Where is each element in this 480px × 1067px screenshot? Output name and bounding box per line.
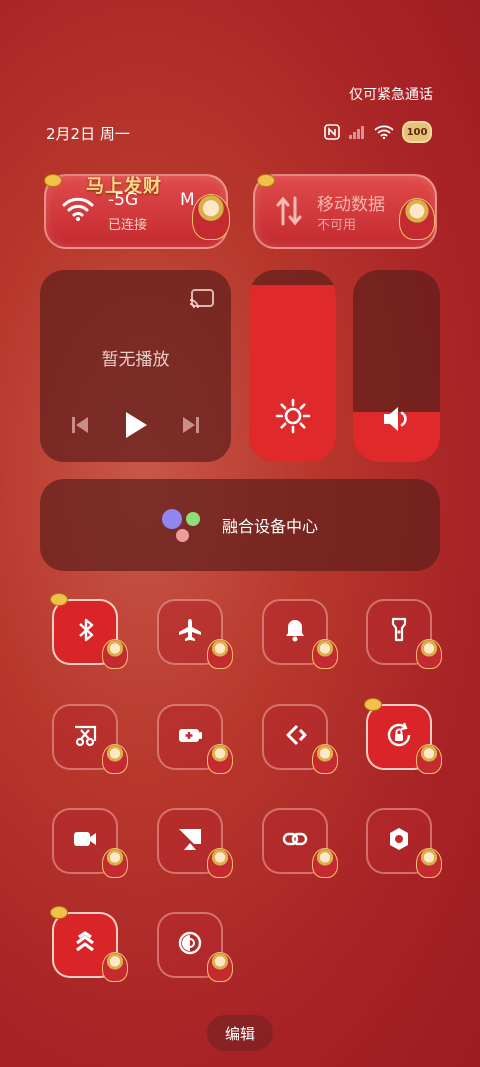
battery-icon: 100 (402, 121, 432, 143)
mascot-icon (102, 952, 128, 982)
gold-coin-icon (44, 174, 62, 187)
mascot-icon (102, 848, 128, 878)
gold-coin-icon (364, 698, 382, 711)
mobile-data-title: 移动数据 (317, 195, 385, 215)
fusion-device-center-icon (161, 507, 204, 543)
media-player-card[interactable]: 暂无播放 (40, 270, 231, 462)
next-track-icon[interactable] (180, 414, 202, 440)
toggle-performance[interactable] (50, 906, 128, 982)
mascot-icon (207, 848, 233, 878)
wifi-network-name: -5G (108, 190, 139, 210)
share-icon (281, 721, 309, 753)
fusion-device-center-label: 融合设备中心 (221, 517, 318, 536)
cast-icon[interactable] (189, 288, 215, 314)
play-icon[interactable] (121, 410, 149, 444)
toggle-airplane[interactable] (157, 599, 233, 669)
mascot-icon (416, 848, 442, 878)
wifi-icon (62, 196, 94, 226)
toggle-eye-comfort[interactable] (157, 912, 233, 982)
wifi-network-name-suffix: M (180, 190, 195, 210)
nfc-icon (324, 124, 340, 140)
gold-coin-icon (50, 906, 68, 919)
rotation-lock-icon (385, 721, 413, 753)
toggle-bluetooth[interactable] (50, 593, 128, 669)
airplane-icon (176, 616, 204, 648)
mascot-icon (102, 639, 128, 669)
eye-comfort-icon (176, 929, 204, 961)
brightness-icon (275, 398, 311, 438)
edit-button[interactable]: 编辑 (207, 1015, 273, 1051)
toggle-screen-cast[interactable] (157, 808, 233, 878)
screen-record-icon (71, 825, 99, 857)
bluetooth-icon (71, 616, 99, 648)
data-arrows-icon (275, 194, 303, 232)
flashlight-icon (385, 616, 413, 648)
toggle-screenshot[interactable] (52, 704, 128, 774)
battery-saver-icon (176, 721, 204, 753)
mascot-icon (102, 744, 128, 774)
mascot-icon (312, 744, 338, 774)
performance-icon (71, 929, 99, 961)
gold-coin-icon (257, 174, 275, 187)
toggle-flashlight[interactable] (366, 599, 442, 669)
wifi-tile[interactable]: 马上发财 -5G M 已连接 (44, 174, 230, 249)
fusion-device-center-card[interactable]: 融合设备中心 (40, 479, 440, 571)
date-text: 2月2日 周一 (46, 125, 130, 143)
toggle-bell[interactable] (262, 599, 338, 669)
mobile-data-tile[interactable]: 移动数据 不可用 (253, 174, 437, 249)
brightness-slider[interactable] (249, 270, 336, 462)
wifi-status: 已连接 (108, 218, 148, 233)
mascot-icon (312, 848, 338, 878)
screenshot-icon (71, 721, 99, 753)
toggle-rotation-lock[interactable] (364, 698, 442, 774)
volume-icon (381, 404, 413, 438)
gold-coin-icon (50, 593, 68, 606)
mascot-icon (192, 194, 230, 240)
no-media-text: 暂无播放 (101, 350, 170, 370)
toggle-link[interactable] (262, 808, 338, 878)
mascot-icon (207, 744, 233, 774)
mascot-icon (399, 198, 435, 240)
wifi-icon (374, 125, 394, 139)
mascot-icon (416, 744, 442, 774)
toggle-battery-saver[interactable] (157, 704, 233, 774)
screen-cast-icon (176, 825, 204, 857)
link-icon (281, 825, 309, 857)
status-icons: 100 (324, 121, 432, 143)
settings-icon (385, 825, 413, 857)
mascot-icon (312, 639, 338, 669)
signal-icon (348, 125, 366, 139)
toggle-settings[interactable] (366, 808, 442, 878)
mobile-data-status: 不可用 (317, 218, 357, 233)
mascot-icon (207, 952, 233, 982)
mascot-icon (416, 639, 442, 669)
volume-slider[interactable] (353, 270, 440, 462)
toggle-share[interactable] (262, 704, 338, 774)
mascot-icon (207, 639, 233, 669)
emergency-calls-only-text: 仅可紧急通话 (349, 87, 433, 103)
previous-track-icon[interactable] (69, 414, 91, 440)
toggle-screen-record[interactable] (52, 808, 128, 878)
bell-icon (281, 616, 309, 648)
